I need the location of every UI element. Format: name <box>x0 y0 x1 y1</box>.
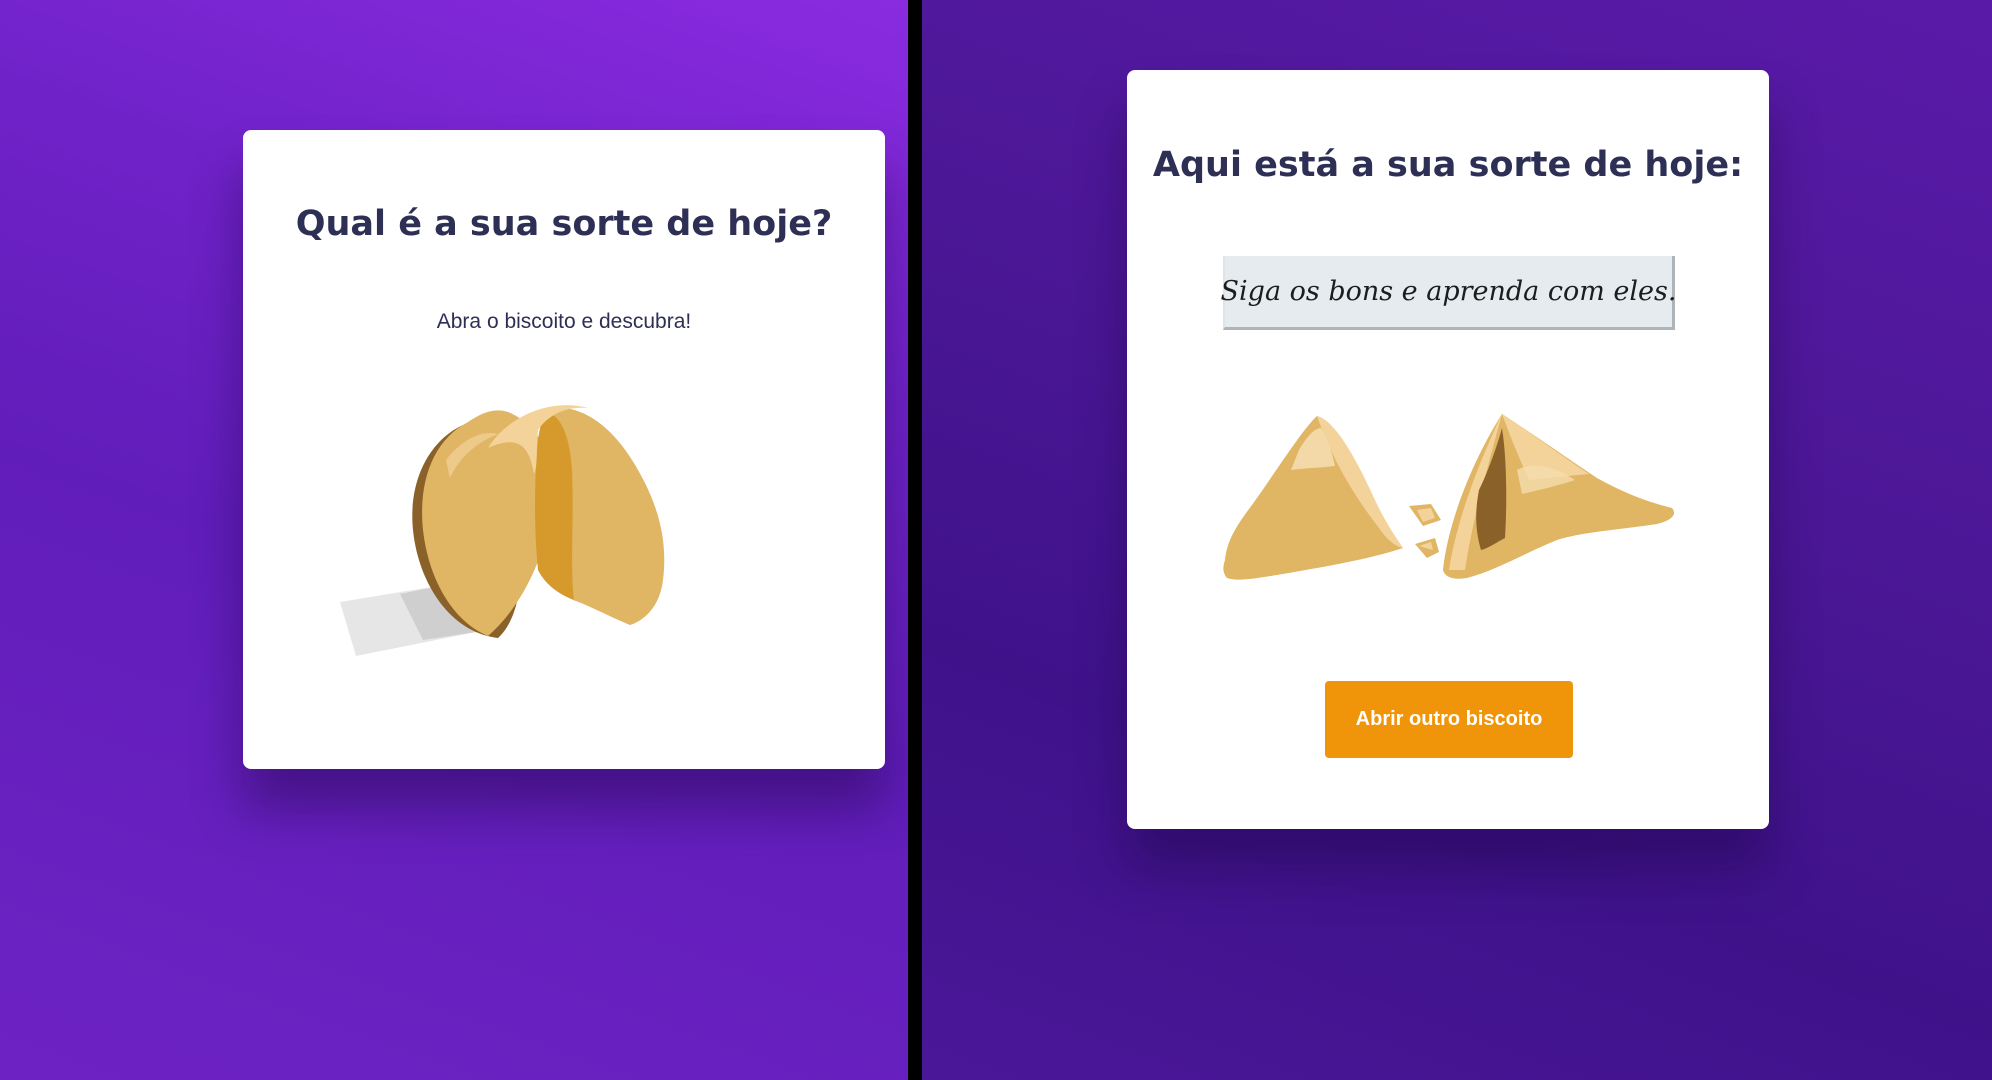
screenshot-comparison: Qual é a sua sorte de hoje? Abra o bisco… <box>0 0 1992 1080</box>
fortune-result-card: Aqui está a sua sorte de hoje: Siga os b… <box>1127 70 1769 829</box>
result-state-panel: Aqui está a sua sorte de hoje: Siga os b… <box>922 0 1992 1080</box>
card-subtitle: Abra o biscoito e descubra! <box>436 310 692 333</box>
card-title: Qual é a sua sorte de hoje? <box>295 204 833 244</box>
fortune-cookie-closed-icon[interactable] <box>338 370 718 670</box>
card-title: Aqui está a sua sorte de hoje: <box>1152 145 1744 185</box>
initial-state-panel: Qual é a sua sorte de hoje? Abra o bisco… <box>0 0 908 1080</box>
open-another-cookie-button[interactable]: Abrir outro biscoito <box>1325 681 1573 758</box>
fortune-cookie-broken-icon <box>1217 410 1677 610</box>
fortune-card: Qual é a sua sorte de hoje? Abra o bisco… <box>243 130 885 769</box>
fortune-message: Siga os bons e aprenda com eles. <box>1221 256 1676 330</box>
